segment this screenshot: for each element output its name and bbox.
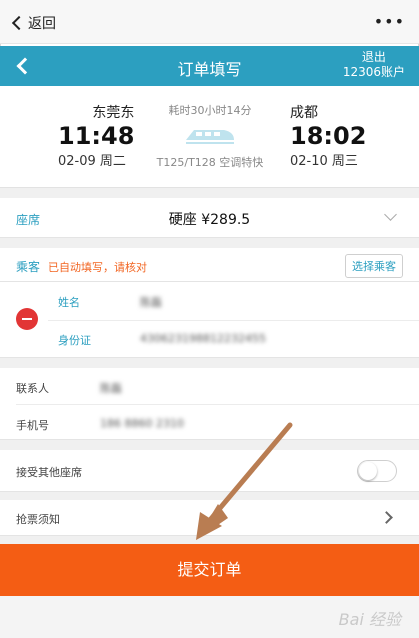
passenger-label: 乘客 [16, 260, 41, 274]
section-gap [0, 238, 419, 248]
accept-other-seats-toggle[interactable] [357, 460, 397, 482]
train-icon [184, 124, 236, 150]
browser-top-bar: 返回 ••• [0, 0, 419, 44]
section-gap [0, 536, 419, 544]
ticket-notice-row[interactable]: 抢票须知 [0, 500, 419, 536]
section-gap [0, 358, 419, 368]
arrival-station: 成都 [290, 105, 318, 121]
back-label: 返回 [28, 16, 56, 32]
ticket-notice-label: 抢票须知 [16, 513, 60, 526]
arrival-time: 18:02 [290, 122, 367, 150]
seat-value: 硬座 ¥289.5 [168, 212, 251, 228]
trip-duration: 耗时30小时14分 [168, 104, 252, 117]
train-middle: 耗时30小时14分 T125/T128 空调特快 [130, 102, 290, 170]
name-input[interactable]: 陈磊 [140, 294, 162, 310]
chevron-right-icon [380, 511, 393, 524]
more-button[interactable]: ••• [374, 12, 405, 31]
watermark: Bai 经验 [338, 610, 401, 629]
phone-label: 手机号 [16, 419, 49, 432]
back-button[interactable]: 返回 [10, 12, 56, 34]
phone-input[interactable]: 186 8860 2310 [100, 417, 184, 430]
accept-other-seats-row: 接受其他座席 [0, 450, 419, 492]
chevron-left-icon [11, 15, 27, 31]
train-info-card: 东莞东 11:48 02-09 周二 耗时30小时14分 T125/T128 空… [0, 86, 419, 188]
bottom-bar: Bai 经验 [0, 596, 419, 638]
contact-label: 联系人 [16, 382, 49, 395]
toggle-knob [359, 462, 377, 480]
field-divider [48, 320, 419, 321]
departure-info: 东莞东 11:48 02-09 周二 [58, 102, 134, 169]
departure-time: 11:48 [58, 122, 135, 150]
accept-other-seats-label: 接受其他座席 [16, 466, 82, 479]
section-gap [0, 188, 419, 198]
passenger-header-row: 乘客 已自动填写，请核对 选择乘客 [0, 248, 419, 282]
departure-station: 东莞东 [92, 105, 135, 121]
auto-fill-note: 已自动填写，请核对 [48, 261, 147, 274]
id-input[interactable]: 430623198812232455 [140, 332, 266, 345]
passenger-entry: 姓名 陈磊 身份证 430623198812232455 [0, 282, 419, 358]
section-gap [0, 440, 419, 450]
contact-section: 联系人 陈磊 手机号 186 8860 2310 [0, 368, 419, 440]
arrival-info: 成都 18:02 02-10 周三 [290, 102, 366, 169]
logout-line2: 12306账户 [342, 65, 405, 79]
choose-passenger-button[interactable]: 选择乘客 [345, 254, 403, 278]
field-divider [16, 404, 419, 405]
section-gap [0, 492, 419, 500]
logout-line1: 退出 [361, 50, 386, 64]
logout-button[interactable]: 退出 12306账户 [343, 50, 405, 80]
contact-input[interactable]: 陈磊 [100, 380, 122, 396]
remove-passenger-icon[interactable] [16, 308, 38, 330]
arrival-date: 02-10 周三 [290, 154, 358, 169]
id-label: 身份证 [58, 334, 91, 347]
name-label: 姓名 [58, 296, 80, 309]
departure-date: 02-09 周二 [58, 154, 126, 169]
submit-order-button[interactable]: 提交订单 [0, 544, 419, 596]
train-number: T125/T128 空调特快 [156, 156, 264, 169]
seat-row[interactable]: 座席 硬座 ¥289.5 [0, 198, 419, 238]
app-header: 订单填写 退出 12306账户 [0, 46, 419, 86]
